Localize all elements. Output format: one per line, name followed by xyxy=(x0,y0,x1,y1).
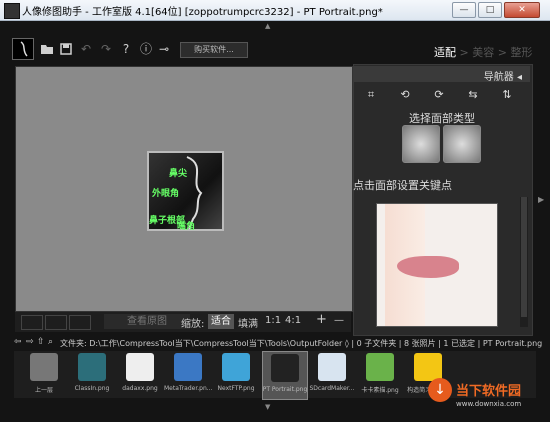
filmstrip-item[interactable]: PT Portrait.png xyxy=(262,351,308,400)
navigator-title: 导航器 ◂ xyxy=(483,72,522,83)
filmstrip-item[interactable]: dadaxx.png xyxy=(118,351,162,398)
collapse-top-icon[interactable]: ▲ xyxy=(265,22,270,30)
thumbnail-image xyxy=(174,353,202,381)
face-front-button[interactable] xyxy=(402,125,440,163)
thumbnail-label: 卡卡素描.png xyxy=(361,387,399,394)
split-view-button[interactable] xyxy=(45,315,67,330)
thumbnail-image xyxy=(318,353,346,381)
collapse-bottom-icon[interactable]: ▼ xyxy=(265,403,270,411)
step-separator: > xyxy=(456,46,473,59)
up-arrow-icon[interactable]: ⇧ xyxy=(37,337,45,347)
step-beauty[interactable]: 美容 xyxy=(472,46,494,59)
zoom-fit-button[interactable]: 适合 xyxy=(208,314,234,329)
maximize-button[interactable]: □ xyxy=(478,2,502,18)
face-point-mouth-corner[interactable]: 嘴角 xyxy=(177,219,195,232)
redo-icon[interactable]: ↷ xyxy=(97,40,115,58)
expand-right-icon[interactable]: ▶ xyxy=(538,195,544,204)
face-type-title: 选择面部类型 xyxy=(409,112,475,125)
toolbar: ↶ ↷ ? ⓘ ⊸ 购买软件... xyxy=(12,38,342,62)
thumbnail-label: MetaTrader.pn... xyxy=(164,385,212,392)
thumbnail-label: dadaxx.png xyxy=(122,385,158,392)
thumbnail-image xyxy=(366,353,394,381)
workflow-steps: 适配 > 美容 > 整形 xyxy=(434,44,532,60)
face-point-outer-eye[interactable]: 外眼角 xyxy=(152,186,179,199)
thumbnail-image xyxy=(30,353,58,381)
thumbnail-label: SDcardMaker... xyxy=(309,385,355,392)
rotate-right-icon[interactable]: ⟳ xyxy=(428,88,450,101)
thumbnail-label: PT Portrait.png xyxy=(262,386,308,393)
crop-icon[interactable]: ⌗ xyxy=(360,88,382,102)
zoom-bar: 查看原图 缩放: 适合 填满 1:1 4:1 + — xyxy=(15,312,351,332)
forward-arrow-icon[interactable]: ⇨ xyxy=(26,337,34,347)
rotate-left-icon[interactable]: ⟲ xyxy=(394,88,416,101)
thumbnail-image xyxy=(78,353,106,381)
zoom-4to1-button[interactable]: 4:1 xyxy=(285,315,301,326)
scrollbar-thumb[interactable] xyxy=(521,197,527,317)
save-icon[interactable] xyxy=(57,40,75,58)
thumbnail-label: ClassIn.png xyxy=(74,385,110,392)
thumbnail-label: 上一层 xyxy=(34,387,53,394)
single-view-button[interactable] xyxy=(21,315,43,330)
thumbnail-label: NextFTP.png xyxy=(217,385,255,392)
keypoint-title: 点击面部设置关键点 xyxy=(353,179,452,192)
filmstrip-item[interactable]: 卡卡素描.png xyxy=(358,351,402,398)
watermark-url: www.downxia.com xyxy=(456,400,522,408)
flip-h-icon[interactable]: ⇆ xyxy=(462,88,484,101)
face-side-button[interactable] xyxy=(443,125,481,163)
panel-scrollbar[interactable] xyxy=(520,197,528,327)
plug-icon[interactable]: ⊸ xyxy=(155,40,173,58)
flip-v-icon[interactable]: ⇅ xyxy=(496,88,518,101)
watermark-name: 当下软件园 xyxy=(456,384,522,399)
thumbnail-image xyxy=(414,353,442,381)
close-button[interactable]: ✕ xyxy=(504,2,540,18)
window-title: 人像修图助手 - 工作室版 4.1[64位] [zoppotrumpcrc323… xyxy=(22,7,383,18)
window-titlebar: 人像修图助手 - 工作室版 4.1[64位] [zoppotrumpcrc323… xyxy=(0,0,550,21)
step-separator: > xyxy=(494,46,511,59)
step-fit[interactable]: 适配 xyxy=(434,46,456,59)
path-bar: ⇦ ⇨ ⇧ ⌕ 文件夹: D:\工作\CompressTool当下\Compre… xyxy=(14,337,542,351)
zoom-fill-button[interactable]: 填满 xyxy=(238,315,258,330)
open-folder-icon[interactable] xyxy=(38,40,56,58)
watermark: ↓ 当下软件园 www.downxia.com xyxy=(428,378,546,418)
thumbnail-image xyxy=(222,353,250,381)
filmstrip-item[interactable]: NextFTP.png xyxy=(214,351,258,398)
filmstrip-item[interactable]: MetaTrader.pn... xyxy=(164,351,212,398)
face-point-nose-tip[interactable]: 鼻尖 xyxy=(169,166,187,179)
folder-path: 文件夹: D:\工作\CompressTool当下\CompressTool当下… xyxy=(60,339,543,348)
compare-view-button[interactable] xyxy=(69,315,91,330)
thumbnail-image xyxy=(126,353,154,381)
filmstrip-item[interactable]: ClassIn.png xyxy=(70,351,114,398)
minimize-button[interactable]: — xyxy=(452,2,476,18)
app-icon xyxy=(4,3,20,19)
buy-software-button[interactable]: 购买软件... xyxy=(180,42,248,58)
filmstrip-item[interactable]: SDcardMaker... xyxy=(309,351,355,398)
step-shaping[interactable]: 整形 xyxy=(510,46,532,59)
back-arrow-icon[interactable]: ⇦ xyxy=(14,337,22,347)
keypoint-preview-image[interactable] xyxy=(376,203,498,327)
help-icon[interactable]: ? xyxy=(117,40,135,58)
search-icon[interactable]: ⌕ xyxy=(48,337,53,347)
zoom-in-button[interactable]: + xyxy=(316,312,327,327)
filmstrip-item[interactable]: 上一层 xyxy=(22,351,66,398)
zoom-label: 缩放: xyxy=(181,319,205,330)
zoom-1to1-button[interactable]: 1:1 xyxy=(265,315,281,326)
watermark-logo-icon: ↓ xyxy=(428,378,452,402)
zoom-out-button[interactable]: — xyxy=(334,315,344,326)
navigator-tools: ⌗ ⟲ ⟳ ⇆ ⇅ xyxy=(354,86,530,106)
undo-icon[interactable]: ↶ xyxy=(77,40,95,58)
logo-icon xyxy=(12,38,34,60)
portrait-image[interactable]: 鼻尖 外眼角 鼻子根部 嘴角 xyxy=(147,151,224,232)
navigator-header[interactable]: 导航器 ◂ xyxy=(354,66,530,83)
thumbnail-image xyxy=(271,354,299,382)
view-original-button[interactable]: 查看原图 xyxy=(104,314,190,329)
info-icon[interactable]: ⓘ xyxy=(137,40,155,58)
